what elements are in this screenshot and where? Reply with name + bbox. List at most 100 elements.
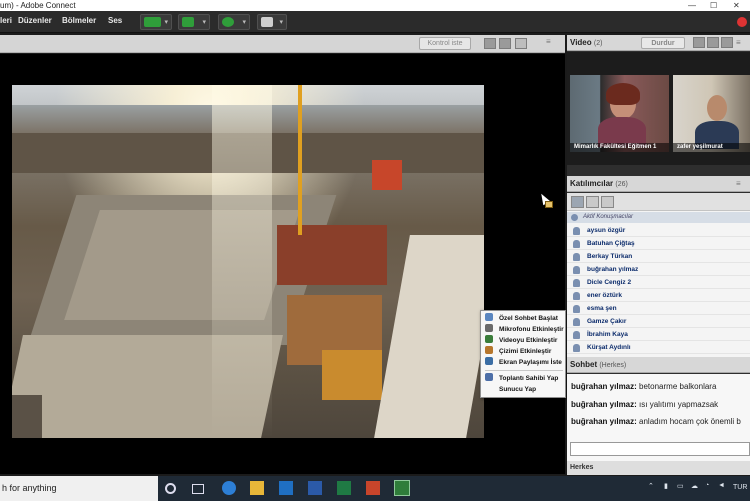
user-icon [573,227,580,235]
stop-video-button[interactable]: Durdur [641,37,685,49]
chat-tab-everyone[interactable]: Herkes [567,461,750,475]
word-icon[interactable] [308,481,322,495]
chat-pod-header: Sohbet (Herkes) [567,357,750,373]
attendee-row[interactable]: Batuhan Çiğtaş [567,237,750,250]
maximize-icon[interactable]: ☐ [710,0,717,11]
video-pod-content: Mimarlık Fakültesi Eğitmen 1 zafer yeşil… [567,52,750,165]
attendee-row[interactable]: ener öztürk [567,289,750,302]
speaker-view-icon[interactable] [721,37,733,48]
webcam-icon [485,335,493,343]
menu-meetings[interactable]: leri [0,16,12,25]
user-icon [573,318,580,326]
attendee-row[interactable]: Berkay Türkan [567,250,750,263]
menu-pods[interactable]: Bölmeler [62,16,96,25]
pod-menu-icon[interactable]: ≡ [546,37,558,48]
menu-item-enable-video[interactable]: Videoyu Etkinleştir [485,335,565,346]
menu-item-start-private-chat[interactable]: Özel Sohbet Başlat [485,313,565,324]
video-pod-count: (2) [593,40,603,47]
video-feed-label: Mimarlık Fakültesi Eğitmen 1 [570,143,669,152]
attendee-row[interactable]: aysun özgür [567,224,750,237]
volume-icon[interactable]: ◄ [718,482,725,489]
right-pods: Video (2) Durdur ≡ Mimarlık Fakültesi Eğ… [567,35,750,475]
chevron-down-icon: ▾ [279,19,283,26]
menu-audio[interactable]: Ses [108,16,122,25]
person-face [707,95,727,121]
chat-message: buğrahan yılmaz: ısı yalıtımı yapmazsak [571,400,719,409]
person-hair [606,83,640,105]
user-icon [573,305,580,313]
screen-share-icon [485,357,493,365]
list-view-icon[interactable] [571,196,584,208]
wifi-icon[interactable]: ◔ [705,482,709,489]
chevron-down-icon: ▾ [202,19,206,26]
chat-input[interactable] [570,442,750,456]
microphone-toggle-button[interactable]: ▾ [178,14,210,30]
grid-view-icon[interactable] [693,37,705,48]
windows-taskbar: h for anything ⌃ ▮ ▭ ☁ ◔ ◄ TUR [0,476,750,501]
user-icon [573,344,580,352]
tray-chevron-icon[interactable]: ⌃ [648,482,654,490]
sort-icon[interactable] [601,196,614,208]
user-icon [573,253,580,261]
menu-layouts[interactable]: Düzenler [18,16,52,25]
attendee-row[interactable]: Dicle Cengiz 2 [567,276,750,289]
minimize-icon[interactable]: — [688,0,696,11]
speaker-toggle-button[interactable]: ▾ [140,14,172,30]
network-icon[interactable]: ▮ [664,482,668,490]
attendees-pod-header: Katılımcılar (26) ≡ [567,176,750,192]
microphone-icon [485,324,493,332]
chat-pod-scope: (Herkes) [599,362,627,369]
file-explorer-icon[interactable] [250,481,264,495]
chevron-down-icon: ▾ [242,19,246,26]
attendee-row[interactable]: buğrahan yılmaz [567,263,750,276]
filmstrip-view-icon[interactable] [707,37,719,48]
taskbar-search-box[interactable]: h for anything [0,476,158,501]
task-view-icon[interactable] [192,484,204,494]
webcam-toggle-button[interactable]: ▾ [218,14,250,30]
menu-divider [485,370,563,371]
cortana-icon[interactable] [165,483,176,494]
chevron-down-icon: ▾ [164,19,168,26]
video-feed-instructor[interactable]: Mimarlık Fakültesi Eğitmen 1 [570,75,669,152]
raise-hand-button[interactable]: ▾ [257,14,287,30]
adobe-connect-icon[interactable] [394,480,410,496]
attendee-row[interactable]: Gamze Çakır [567,315,750,328]
fullscreen-icon[interactable] [499,38,511,49]
attendees-pod-title: Katılımcılar [570,179,614,188]
powerpoint-icon[interactable] [366,481,380,495]
hand-icon [261,17,273,27]
language-indicator[interactable]: TUR [733,484,747,491]
presenter-icon [485,384,493,392]
cursor-badge-icon [545,201,553,208]
user-icon [573,292,580,300]
user-icon [573,331,580,339]
mail-icon[interactable] [279,481,293,495]
onedrive-icon[interactable]: ☁ [691,482,698,490]
excel-icon[interactable] [337,481,351,495]
attendee-row[interactable]: İbrahim Kaya [567,328,750,341]
adobe-connect-window: um) - Adobe Connect — ☐ ✕ leri Düzenler … [0,0,750,501]
pod-menu-icon[interactable]: ≡ [736,35,748,47]
record-icon[interactable] [737,17,747,27]
menu-item-request-screen-share[interactable]: Ekran Paylaşımı İste [485,357,565,368]
user-icon [573,266,580,274]
pod-menu-icon[interactable]: ≡ [736,176,748,188]
attendee-row[interactable]: esma şen [567,302,750,315]
close-icon[interactable]: ✕ [733,0,740,11]
fit-icon[interactable] [515,38,527,49]
chat-message: buğrahan yılmaz: anladım hocam çok öneml… [571,417,741,426]
battery-icon[interactable]: ▭ [677,482,684,490]
attendee-row[interactable]: Kürşat Aydınlı [567,341,750,354]
menu-item-make-presenter[interactable]: Sunucu Yap [485,384,565,395]
user-icon [573,240,580,248]
menu-item-enable-drawing[interactable]: Çizimi Etkinleştir [485,346,565,357]
video-feed-participant[interactable]: zafer yeşilmurat [673,75,750,152]
attendee-context-menu: Özel Sohbet Başlat Mikrofonu Etkinleştir… [480,310,566,398]
menu-item-enable-microphone[interactable]: Mikrofonu Etkinleştir [485,324,565,335]
request-control-button[interactable]: Kontrol iste [419,37,471,50]
edge-icon[interactable] [222,481,236,495]
speaker-icon [144,17,161,27]
layout-icon[interactable] [484,38,496,49]
role-view-icon[interactable] [586,196,599,208]
menu-item-make-host[interactable]: Toplantı Sahibi Yap [485,373,565,384]
